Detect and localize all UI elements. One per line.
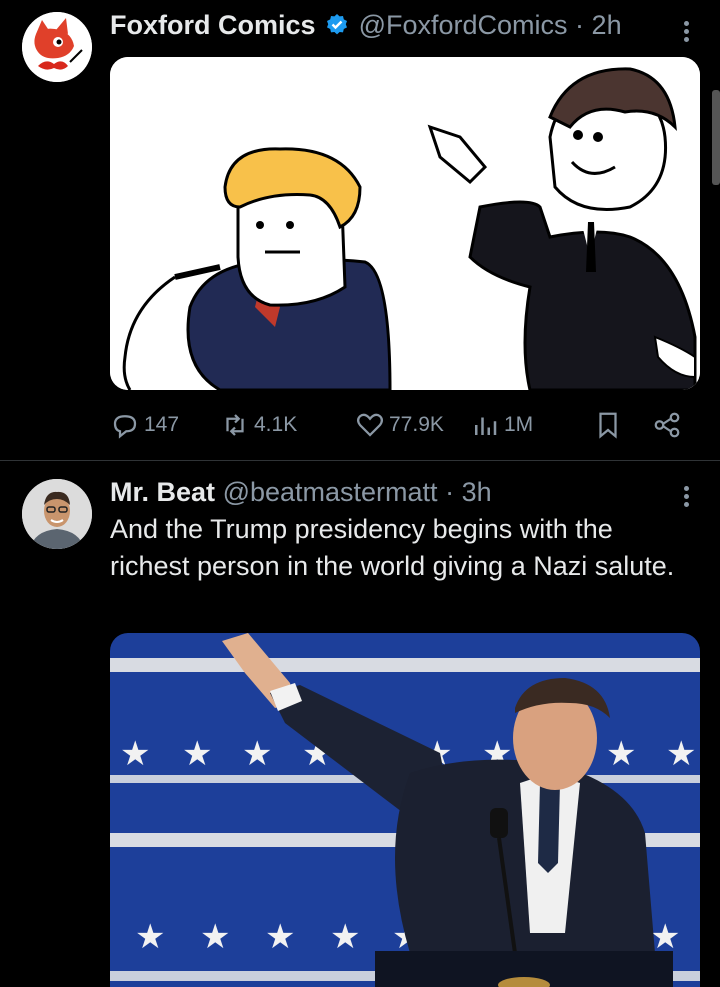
photo-illustration: ★★★★ ★★★★ ★★★★★ ★	[110, 633, 700, 987]
repost-count: 4.1K	[254, 413, 298, 436]
svg-text:★: ★	[606, 734, 636, 774]
like-button[interactable]: 77.9K	[355, 405, 444, 445]
separator: ·	[445, 477, 455, 507]
reply-icon	[113, 415, 137, 439]
tweet-photo[interactable]: ★★★★ ★★★★ ★★★★★ ★	[110, 633, 700, 987]
repost-button[interactable]: 4.1K	[220, 405, 297, 445]
tweet-text: And the Trump presidency begins with the…	[110, 514, 675, 581]
avatar[interactable]	[22, 12, 92, 82]
svg-text:★: ★	[120, 734, 150, 774]
bookmark-icon	[599, 412, 617, 439]
handle[interactable]: @beatmastermatt	[223, 477, 438, 507]
bookmark-button[interactable]	[593, 405, 623, 445]
timestamp[interactable]: 2h	[592, 10, 622, 40]
tweet-foxford[interactable]: Foxford Comics @FoxfordComics · 2h 147 4…	[0, 0, 720, 460]
avatar[interactable]	[22, 479, 92, 549]
more-icon[interactable]	[684, 483, 692, 510]
svg-text:★: ★	[265, 917, 295, 957]
display-name[interactable]: Foxford Comics	[110, 10, 316, 40]
display-name[interactable]: Mr. Beat	[110, 477, 215, 507]
repost-icon	[226, 414, 244, 436]
svg-text:★: ★	[200, 917, 230, 957]
svg-text:★: ★	[135, 917, 165, 957]
tweet-header: Foxford Comics @FoxfordComics · 2h	[110, 10, 622, 44]
views-button[interactable]: 1M	[470, 405, 533, 445]
reply-count: 147	[144, 413, 180, 436]
verified-badge-icon	[325, 13, 349, 44]
svg-text:★: ★	[182, 734, 212, 774]
svg-text:★: ★	[242, 734, 272, 774]
reply-button[interactable]: 147	[110, 405, 179, 445]
tweet-header: Mr. Beat @beatmastermatt · 3h	[110, 477, 492, 508]
views-icon	[475, 417, 497, 435]
separator: ·	[575, 10, 585, 40]
svg-text:★: ★	[330, 917, 360, 957]
like-count: 77.9K	[389, 413, 444, 436]
comic-illustration	[110, 57, 700, 390]
profile-photo	[22, 479, 92, 549]
comic-image[interactable]	[110, 57, 700, 390]
more-icon[interactable]	[684, 18, 692, 45]
like-icon	[357, 413, 383, 437]
timestamp[interactable]: 3h	[462, 477, 492, 507]
handle[interactable]: @FoxfordComics	[359, 10, 568, 40]
share-icon	[654, 412, 680, 438]
action-bar: 147 4.1K 77.9K 1M	[110, 405, 700, 445]
tweet-mrbeat[interactable]: Mr. Beat @beatmastermatt · 3h And the Tr…	[0, 461, 720, 987]
fox-logo-icon	[22, 12, 92, 82]
views-count: 1M	[504, 413, 534, 436]
share-button[interactable]	[652, 405, 682, 445]
svg-text:★: ★	[666, 734, 696, 774]
